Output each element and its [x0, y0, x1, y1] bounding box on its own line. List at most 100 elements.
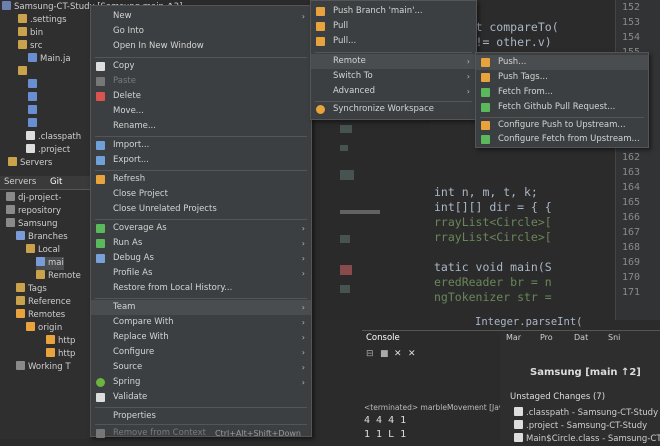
- tree-src[interactable]: src: [18, 40, 42, 53]
- code-line: int[][] dir = { {: [434, 200, 552, 214]
- menu-run-as[interactable]: Run As ›: [91, 236, 311, 251]
- folder-icon: [16, 296, 25, 305]
- git-main-branch[interactable]: mai: [36, 257, 64, 270]
- stop-icon[interactable]: ■: [380, 349, 389, 359]
- tab-git[interactable]: Git: [50, 177, 62, 187]
- tree-package[interactable]: [18, 66, 30, 79]
- menu-copy[interactable]: Copy: [91, 59, 311, 74]
- git-samsung[interactable]: Samsung: [6, 218, 57, 231]
- menu-source[interactable]: Source ›: [91, 360, 311, 375]
- git-http-push[interactable]: http: [46, 335, 75, 348]
- code-line: int n, m, t, k;: [434, 185, 538, 199]
- cloud-icon: [16, 309, 25, 318]
- git-repository[interactable]: repository: [6, 205, 61, 218]
- remove-all-icon[interactable]: ✕: [408, 349, 416, 359]
- tree-project-file[interactable]: .project: [26, 144, 70, 157]
- menu-pull-dialog[interactable]: Pull...: [311, 34, 476, 49]
- menu-close-unrelated[interactable]: Close Unrelated Projects: [91, 202, 311, 217]
- menu-configure-fetch[interactable]: Configure Fetch from Upstream...: [476, 132, 648, 147]
- menu-advanced[interactable]: Advanced ›: [311, 84, 476, 99]
- export-icon: [96, 156, 105, 165]
- tab-pro[interactable]: Pro: [540, 333, 553, 342]
- menu-replace-with[interactable]: Replace With ›: [91, 330, 311, 345]
- cloud-icon: [26, 322, 35, 331]
- tree-main-java[interactable]: Main.ja: [28, 53, 71, 66]
- menu-go-into[interactable]: Go Into: [91, 24, 311, 39]
- tree-classpath[interactable]: .classpath: [26, 131, 81, 144]
- menu-remote[interactable]: Remote ›: [311, 54, 476, 69]
- tree-class-1[interactable]: [28, 79, 40, 92]
- menu-delete[interactable]: Delete: [91, 89, 311, 104]
- remote-submenu: Push... Push Tags... Fetch From... Fetch…: [475, 52, 649, 148]
- java-file-icon: [28, 53, 37, 62]
- copy-icon: [96, 62, 105, 71]
- unstaged-file[interactable]: Main$Circle.class - Samsung-CT-Stu: [514, 433, 660, 446]
- menu-synchronize[interactable]: Synchronize Workspace: [311, 102, 476, 117]
- menu-push-branch[interactable]: Push Branch 'main'...: [311, 4, 476, 19]
- menu-configure-push[interactable]: Configure Push to Upstream...: [476, 118, 648, 133]
- menu-configure[interactable]: Configure ›: [91, 345, 311, 360]
- file-icon: [514, 407, 523, 416]
- menu-open-new-window[interactable]: Open In New Window: [91, 39, 311, 54]
- menu-restore-history[interactable]: Restore from Local History...: [91, 281, 311, 296]
- menu-properties[interactable]: Properties: [91, 409, 311, 424]
- menu-push-tags[interactable]: Push Tags...: [476, 70, 648, 85]
- tab-sni[interactable]: Sni: [608, 333, 620, 342]
- folder-icon: [2, 1, 11, 10]
- git-origin[interactable]: origin: [26, 322, 62, 335]
- git-tags[interactable]: Tags: [16, 283, 47, 296]
- remove-launch-icon[interactable]: ✕: [394, 349, 402, 359]
- code-line: eredReader br = n: [434, 275, 552, 289]
- tree-servers[interactable]: Servers: [8, 157, 52, 170]
- push-icon: [481, 58, 490, 67]
- tree-settings[interactable]: .settings: [18, 14, 67, 27]
- menu-push[interactable]: Push...: [476, 55, 648, 70]
- menu-compare-with[interactable]: Compare With ›: [91, 315, 311, 330]
- tab-mar[interactable]: Mar: [506, 333, 521, 342]
- menu-profile-as[interactable]: Profile As ›: [91, 266, 311, 281]
- menu-switch-to[interactable]: Switch To ›: [311, 69, 476, 84]
- tree-class-2[interactable]: [28, 92, 40, 105]
- menu-validate[interactable]: Validate: [91, 390, 311, 405]
- package-icon: [18, 66, 27, 75]
- menu-close-project[interactable]: Close Project: [91, 187, 311, 202]
- menu-rename[interactable]: Rename...: [91, 119, 311, 134]
- tab-servers[interactable]: Servers: [4, 177, 36, 187]
- push-tags-icon: [481, 73, 490, 82]
- folder-icon: [18, 14, 27, 23]
- file-icon: [514, 433, 523, 442]
- menu-team[interactable]: Team ›: [91, 300, 311, 315]
- console-tab[interactable]: Console: [366, 333, 400, 343]
- tree-class-3[interactable]: [28, 105, 40, 118]
- menu-coverage-as[interactable]: Coverage As ›: [91, 221, 311, 236]
- menu-import[interactable]: Import...: [91, 138, 311, 153]
- git-http-fetch[interactable]: http: [46, 348, 75, 361]
- menu-fetch-pr[interactable]: Fetch Github Pull Request...: [476, 100, 648, 115]
- git-branches[interactable]: Branches: [16, 231, 68, 244]
- tree-bin[interactable]: bin: [18, 27, 43, 40]
- menu-new[interactable]: New ›: [91, 9, 311, 24]
- git-working-tree[interactable]: Working T: [16, 361, 71, 374]
- menu-fetch-from[interactable]: Fetch From...: [476, 85, 648, 100]
- tab-dat[interactable]: Dat: [574, 333, 588, 342]
- menu-spring[interactable]: Spring ›: [91, 375, 311, 390]
- git-local[interactable]: Local: [26, 244, 60, 257]
- unstaged-header: Unstaged Changes (7): [510, 392, 606, 402]
- clear-icon[interactable]: ⊟: [366, 349, 374, 359]
- tree-class-4[interactable]: [28, 118, 40, 131]
- java-class-icon: [28, 79, 37, 88]
- git-remote-tracking[interactable]: Remote: [36, 270, 81, 283]
- menu-paste[interactable]: Paste: [91, 74, 311, 89]
- menu-pull[interactable]: Pull: [311, 19, 476, 34]
- unstaged-file[interactable]: .project - Samsung-CT-Study: [514, 420, 647, 433]
- menu-refresh[interactable]: Refresh: [91, 172, 311, 187]
- git-remotes[interactable]: Remotes: [16, 309, 65, 322]
- git-dj-project[interactable]: dj-project-: [6, 192, 61, 205]
- folder-icon: [8, 157, 17, 166]
- menu-export[interactable]: Export...: [91, 153, 311, 168]
- menu-move[interactable]: Move...: [91, 104, 311, 119]
- menu-debug-as[interactable]: Debug As ›: [91, 251, 311, 266]
- git-references[interactable]: Reference: [16, 296, 71, 309]
- run-icon: [96, 239, 105, 248]
- unstaged-file[interactable]: .classpath - Samsung-CT-Study: [514, 407, 658, 420]
